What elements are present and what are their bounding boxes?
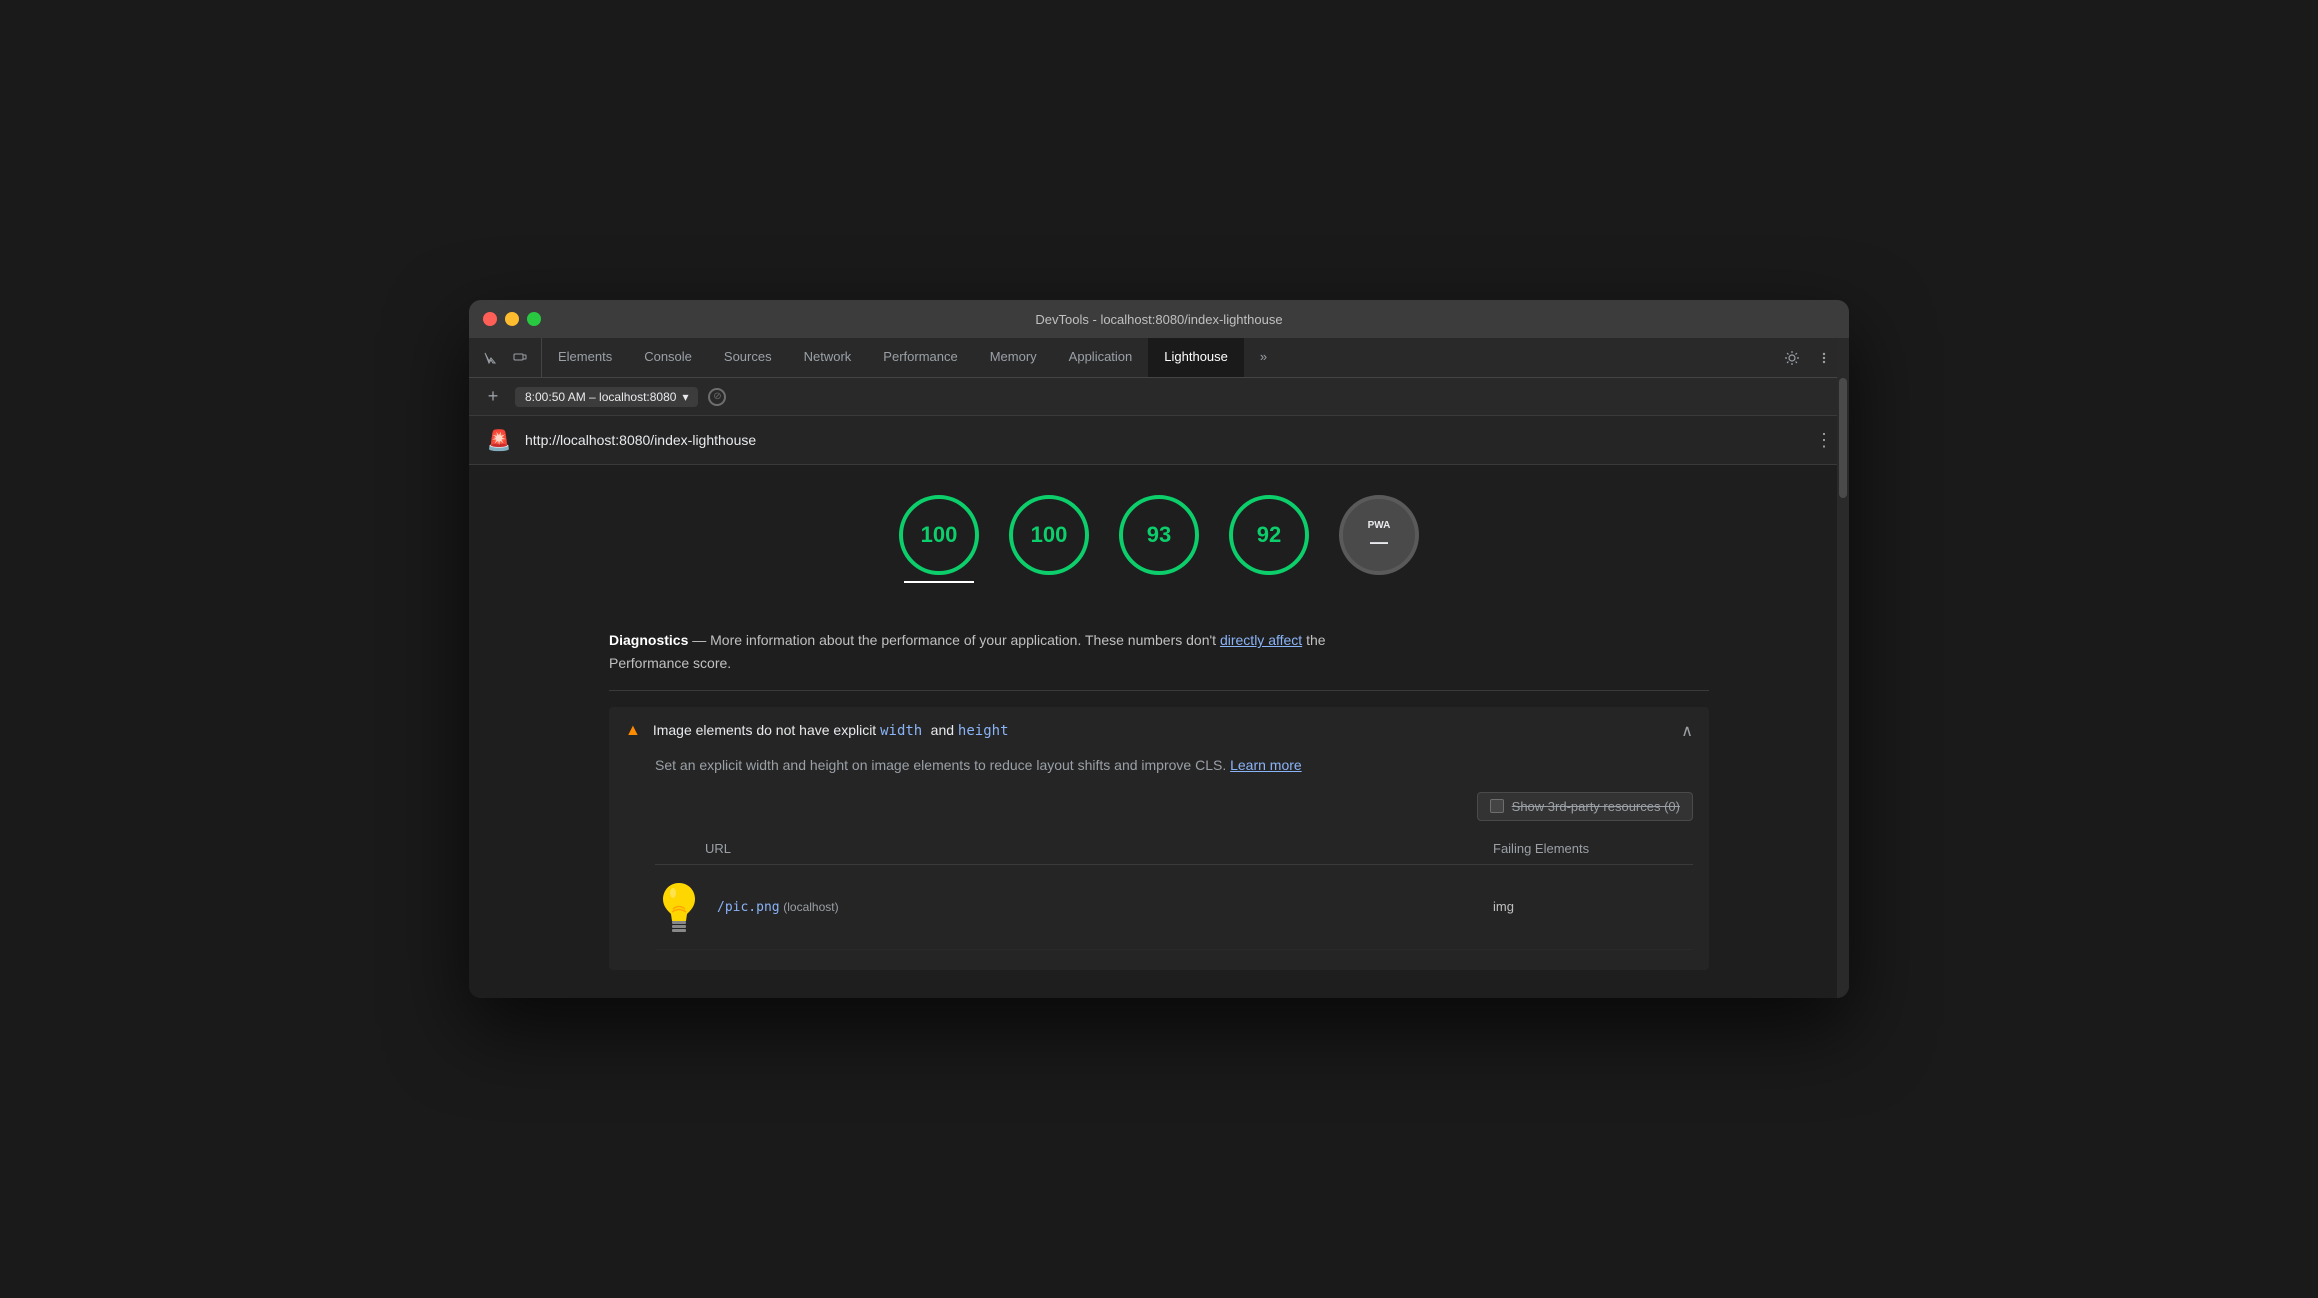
table-cell-url: /pic.png (localhost) <box>655 877 1493 937</box>
score-seo: 92 <box>1229 495 1309 583</box>
diagnostics-section: Diagnostics — More information about the… <box>609 613 1709 970</box>
issue-header: ▲ Image elements do not have explicit wi… <box>609 707 1709 755</box>
tab-console[interactable]: Console <box>628 338 708 377</box>
directly-affect-link[interactable]: directly affect <box>1220 632 1302 648</box>
tab-application[interactable]: Application <box>1053 338 1149 377</box>
issue-title: Image elements do not have explicit widt… <box>653 722 1009 739</box>
code-height: height <box>958 723 1009 739</box>
tab-memory[interactable]: Memory <box>974 338 1053 377</box>
lightbulb-thumbnail <box>655 877 703 937</box>
main-content: 100 100 93 <box>469 465 1849 998</box>
tab-sources[interactable]: Sources <box>708 338 788 377</box>
score-circle-pwa[interactable]: PWA — <box>1339 495 1419 575</box>
score-best-practices: 93 <box>1119 495 1199 583</box>
table-cell-failing: img <box>1493 899 1693 914</box>
score-circles: 100 100 93 <box>489 495 1829 583</box>
score-accessibility: 100 <box>1009 495 1089 583</box>
fullscreen-button[interactable] <box>527 312 541 326</box>
tab-network[interactable]: Network <box>788 338 868 377</box>
more-options-button[interactable] <box>1811 345 1837 371</box>
tabs-container: Elements Console Sources Network Perform… <box>542 338 1767 377</box>
stop-loading-button[interactable]: ⊘ <box>708 388 726 406</box>
traffic-lights <box>483 312 541 326</box>
devtools-toolbar: Elements Console Sources Network Perform… <box>469 338 1849 378</box>
inspect-element-button[interactable] <box>477 345 503 371</box>
score-circle-accessibility[interactable]: 100 <box>1009 495 1089 575</box>
collapse-icon[interactable]: ∧ <box>1681 721 1693 741</box>
lh-url-text: http://localhost:8080/index-lighthouse <box>525 432 1803 448</box>
warning-icon: ▲ <box>625 722 641 740</box>
score-underline-performance <box>904 581 974 583</box>
issue-description: Set an explicit width and height on imag… <box>655 755 1693 776</box>
tab-performance[interactable]: Performance <box>867 338 973 377</box>
add-tab-button[interactable]: + <box>481 385 505 409</box>
checkbox-box[interactable] <box>1490 799 1504 813</box>
lighthouse-icon: 🚨 <box>485 426 513 454</box>
score-circle-best-practices[interactable]: 93 <box>1119 495 1199 575</box>
issue-table: URL Failing Elements <box>655 833 1693 950</box>
tab-elements[interactable]: Elements <box>542 338 628 377</box>
url-cell-content: /pic.png (localhost) <box>717 899 839 915</box>
tab-lighthouse[interactable]: Lighthouse <box>1148 338 1244 377</box>
learn-more-link[interactable]: Learn more <box>1230 757 1302 773</box>
third-party-checkbox-container: Show 3rd-party resources (0) <box>655 792 1693 821</box>
diagnostics-description: — More information about the performance… <box>692 632 1220 648</box>
issue-header-left: ▲ Image elements do not have explicit wi… <box>625 722 1009 740</box>
toolbar-icons <box>469 338 542 377</box>
tab-more[interactable]: » <box>1244 338 1283 377</box>
issue-detail: Set an explicit width and height on imag… <box>609 755 1709 970</box>
score-circle-seo[interactable]: 92 <box>1229 495 1309 575</box>
title-bar: DevTools - localhost:8080/index-lighthou… <box>469 300 1849 338</box>
url-chip[interactable]: 8:00:50 AM – localhost:8080 ▾ <box>515 387 698 407</box>
col-header-url: URL <box>655 841 1493 856</box>
dropdown-arrow: ▾ <box>682 390 688 404</box>
score-circle-performance[interactable]: 100 <box>899 495 979 575</box>
score-pwa: PWA — <box>1339 495 1419 583</box>
resource-url-link[interactable]: /pic.png <box>717 900 780 915</box>
address-bar: + 8:00:50 AM – localhost:8080 ▾ ⊘ <box>469 378 1849 416</box>
close-button[interactable] <box>483 312 497 326</box>
table-header: URL Failing Elements <box>655 833 1693 865</box>
device-toggle-button[interactable] <box>507 345 533 371</box>
address-text: 8:00:50 AM – localhost:8080 <box>525 390 676 404</box>
issue-row: ▲ Image elements do not have explicit wi… <box>609 707 1709 970</box>
window-title: DevTools - localhost:8080/index-lighthou… <box>1035 312 1282 327</box>
minimize-button[interactable] <box>505 312 519 326</box>
diagnostics-header: Diagnostics — More information about the… <box>609 613 1709 691</box>
col-header-failing: Failing Elements <box>1493 841 1693 856</box>
diagnostics-title: Diagnostics <box>609 632 688 648</box>
score-performance: 100 <box>899 495 979 583</box>
lh-more-options-button[interactable]: ⋮ <box>1815 430 1833 451</box>
code-width: width <box>880 723 931 739</box>
devtools-window: DevTools - localhost:8080/index-lighthou… <box>469 300 1849 998</box>
settings-button[interactable] <box>1779 345 1805 371</box>
scrollbar-track[interactable] <box>1837 338 1849 998</box>
third-party-checkbox-label[interactable]: Show 3rd-party resources (0) <box>1477 792 1693 821</box>
scrollbar-thumb[interactable] <box>1839 378 1847 498</box>
table-row: /pic.png (localhost) img <box>655 865 1693 950</box>
lh-url-bar: 🚨 http://localhost:8080/index-lighthouse… <box>469 416 1849 465</box>
